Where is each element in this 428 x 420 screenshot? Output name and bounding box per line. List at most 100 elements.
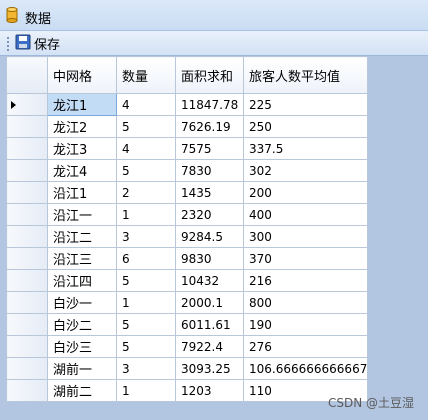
grid-cell[interactable]: 2000.1 — [175, 291, 244, 314]
row-header[interactable] — [6, 379, 48, 402]
grid-cell[interactable]: 6 — [116, 247, 176, 270]
grid-cell[interactable]: 1 — [116, 203, 176, 226]
grid-cell[interactable]: 1435 — [175, 181, 244, 204]
grid-cell[interactable]: 3 — [116, 225, 176, 248]
grid-cell[interactable]: 7922.4 — [175, 335, 244, 358]
grid-cell[interactable]: 10432 — [175, 269, 244, 292]
save-icon — [15, 34, 31, 53]
row-header[interactable] — [6, 247, 48, 270]
window-titlebar: 数据 — [0, 0, 428, 31]
grid-cell[interactable]: 5 — [116, 159, 176, 182]
row-header[interactable] — [6, 357, 48, 380]
table-row[interactable]: 龙江1 4 11847.78 225 — [6, 93, 369, 116]
grid-cell[interactable]: 9830 — [175, 247, 244, 270]
row-header[interactable] — [6, 181, 48, 204]
table-row[interactable]: 湖前二 1 1203 110 — [6, 379, 369, 402]
row-header[interactable] — [6, 291, 48, 314]
grid-cell[interactable]: 5 — [116, 115, 176, 138]
grid-cell[interactable]: 300 — [242, 225, 369, 248]
grid-cell[interactable]: 湖前二 — [47, 379, 117, 402]
grid-cell[interactable]: 6011.61 — [175, 313, 244, 336]
grid-cell[interactable]: 龙江1 — [47, 93, 117, 116]
grid-cell[interactable]: 106.666666666667 — [242, 357, 369, 380]
database-icon — [6, 7, 18, 26]
grid-cell[interactable]: 白沙三 — [47, 335, 117, 358]
grid-cell[interactable]: 216 — [242, 269, 369, 292]
column-header-count[interactable]: 数量 — [116, 56, 176, 94]
toolbar: 保存 — [0, 31, 428, 56]
grid-cell[interactable]: 5 — [116, 269, 176, 292]
grid-cell[interactable]: 沿江二 — [47, 225, 117, 248]
table-row[interactable]: 沿江1 2 1435 200 — [6, 181, 369, 204]
row-header[interactable] — [6, 269, 48, 292]
grid-cell[interactable]: 7575 — [175, 137, 244, 160]
table-row[interactable]: 白沙三 5 7922.4 276 — [6, 335, 369, 358]
data-grid-view[interactable]: 中网格 数量 面积求和 旅客人数平均值 龙江1 4 11847.78 225 龙江2 5 7… — [0, 56, 428, 420]
watermark: CSDN @土豆湿 — [327, 396, 414, 410]
table-row[interactable]: 沿江二 3 9284.5 300 — [6, 225, 369, 248]
grid-cell[interactable]: 沿江一 — [47, 203, 117, 226]
grid-cell[interactable]: 4 — [116, 137, 176, 160]
table-row[interactable]: 沿江三 6 9830 370 — [6, 247, 369, 270]
grid-cell[interactable]: 7626.19 — [175, 115, 244, 138]
row-header[interactable] — [6, 335, 48, 358]
grid-cell[interactable]: 4 — [116, 93, 176, 116]
grid-cell[interactable]: 5 — [116, 335, 176, 358]
grid-cell[interactable]: 400 — [242, 203, 369, 226]
grid-cell[interactable]: 沿江三 — [47, 247, 117, 270]
row-header[interactable] — [6, 115, 48, 138]
window-title: 数据 — [25, 12, 52, 27]
grid-cell[interactable]: 2 — [116, 181, 176, 204]
grid-cell[interactable]: 龙江4 — [47, 159, 117, 182]
grid-cell[interactable]: 276 — [242, 335, 369, 358]
row-header[interactable] — [6, 137, 48, 160]
grid-cell[interactable]: 白沙一 — [47, 291, 117, 314]
table-row[interactable]: 沿江四 5 10432 216 — [6, 269, 369, 292]
table-row[interactable]: 龙江3 4 7575 337.5 — [6, 137, 369, 160]
grid-cell[interactable]: 800 — [242, 291, 369, 314]
grid-cell[interactable]: 3 — [116, 357, 176, 380]
grid-cell[interactable]: 沿江四 — [47, 269, 117, 292]
grid-cell[interactable]: 5 — [116, 313, 176, 336]
grid-corner-header[interactable] — [6, 56, 48, 94]
grid-cell[interactable]: 9284.5 — [175, 225, 244, 248]
data-grid: 中网格 数量 面积求和 旅客人数平均值 龙江1 4 11847.78 225 龙江2 5 7… — [6, 56, 369, 402]
row-header[interactable] — [6, 203, 48, 226]
grid-cell[interactable]: 沿江1 — [47, 181, 117, 204]
grid-cell[interactable]: 1 — [116, 291, 176, 314]
table-row[interactable]: 白沙二 5 6011.61 190 — [6, 313, 369, 336]
table-row[interactable]: 湖前一 3 3093.25 106.666666666667 — [6, 357, 369, 380]
grid-cell[interactable]: 250 — [242, 115, 369, 138]
column-header-area-sum[interactable]: 面积求和 — [175, 56, 244, 94]
grid-cell[interactable]: 370 — [242, 247, 369, 270]
save-button[interactable]: 保存 — [15, 33, 60, 53]
row-header[interactable] — [6, 159, 48, 182]
grid-cell[interactable]: 1203 — [175, 379, 244, 402]
save-button-label: 保存 — [34, 37, 61, 53]
current-row-arrow-icon — [11, 101, 16, 109]
grid-cell[interactable]: 7830 — [175, 159, 244, 182]
grid-cell[interactable]: 龙江2 — [47, 115, 117, 138]
grid-cell[interactable]: 2320 — [175, 203, 244, 226]
table-row[interactable]: 龙江4 5 7830 302 — [6, 159, 369, 182]
row-header[interactable] — [6, 313, 48, 336]
table-row[interactable]: 白沙一 1 2000.1 800 — [6, 291, 369, 314]
grid-cell[interactable]: 225 — [242, 93, 369, 116]
grid-cell[interactable]: 龙江3 — [47, 137, 117, 160]
table-row[interactable]: 沿江一 1 2320 400 — [6, 203, 369, 226]
grid-cell[interactable]: 11847.78 — [175, 93, 244, 116]
grid-cell[interactable]: 湖前一 — [47, 357, 117, 380]
grid-cell[interactable]: 190 — [242, 313, 369, 336]
grid-cell[interactable]: 337.5 — [242, 137, 369, 160]
grid-cell[interactable]: 200 — [242, 181, 369, 204]
grid-cell[interactable]: 1 — [116, 379, 176, 402]
table-row[interactable]: 龙江2 5 7626.19 250 — [6, 115, 369, 138]
grid-cell[interactable]: 3093.25 — [175, 357, 244, 380]
grid-cell[interactable]: 302 — [242, 159, 369, 182]
column-header-grid-name[interactable]: 中网格 — [47, 56, 117, 94]
row-header[interactable] — [6, 225, 48, 248]
grid-cell[interactable]: 白沙二 — [47, 313, 117, 336]
column-header-passenger-avg[interactable]: 旅客人数平均值 — [242, 56, 369, 94]
toolbar-grip[interactable] — [7, 37, 10, 51]
row-header[interactable] — [6, 93, 48, 116]
